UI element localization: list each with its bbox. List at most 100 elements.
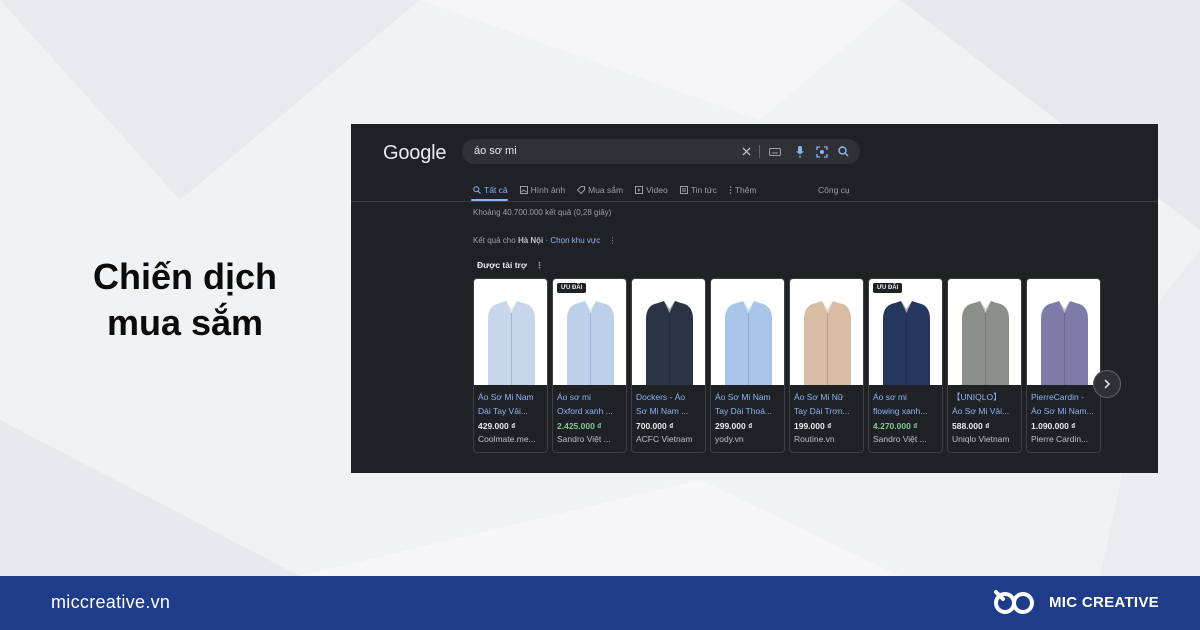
product-title-line: Oxford xanh ... [557, 406, 613, 416]
product-image[interactable]: ƯU ĐÃI [869, 279, 942, 385]
search-icon[interactable] [836, 144, 851, 159]
product-card[interactable]: ƯU ĐÃI Áo sơ mi Oxford xanh ... 2.425.00… [552, 278, 627, 453]
headline-line-2: mua sắm [106, 302, 264, 343]
product-image[interactable] [948, 279, 1021, 385]
product-title[interactable]: Áo Sơ Mi Nữ Tay Dài Trơn... [790, 385, 863, 420]
footer-website[interactable]: miccreative.vn [51, 592, 170, 613]
product-title[interactable]: PierreCardin - Áo Sơ Mi Nam... [1027, 385, 1100, 420]
more-icon [729, 186, 732, 194]
location-city: Hà Nội [517, 236, 544, 245]
tab-all[interactable]: Tất cả [473, 185, 508, 195]
search-divider [759, 145, 760, 158]
product-title[interactable]: Áo sơ mi flowing xanh... [869, 385, 942, 420]
microphone-icon[interactable] [792, 144, 807, 159]
sale-badge: ƯU ĐÃI [873, 283, 903, 293]
chevron-right-icon [1104, 379, 1111, 389]
tab-label: Mua sắm [588, 185, 624, 195]
tab-label: Thêm [734, 185, 757, 195]
product-price: 700.000 ₫ [636, 421, 674, 431]
search-input[interactable]: áo sơ mi [474, 145, 517, 157]
product-image[interactable] [790, 279, 863, 385]
clear-icon[interactable] [739, 144, 754, 159]
tools-button[interactable]: Công cụ [818, 182, 850, 198]
product-title[interactable]: 【UNIQLO】 Áo Sơ Mi Vải... [948, 385, 1021, 420]
tab-more[interactable]: Thêm [729, 185, 757, 195]
product-card[interactable]: ƯU ĐÃI Áo sơ mi flowing xanh... 4.270.00… [868, 278, 943, 453]
change-location-link[interactable]: Chọn khu vực [550, 236, 600, 245]
product-title[interactable]: Áo sơ mi Oxford xanh ... [553, 385, 626, 420]
product-title[interactable]: Áo Sơ Mi Nam Dài Tay Vải... [474, 385, 547, 420]
product-title[interactable]: Dockers - Áo Sơ Mi Nam ... [632, 385, 705, 420]
product-title-line: flowing xanh... [873, 406, 928, 416]
footer-brand-name: MIC CREATIVE [1049, 594, 1159, 611]
mic-creative-logo-icon [994, 590, 1034, 614]
product-card[interactable]: Áo Sơ Mi Nam Tay Dài Thoá... 299.000 ₫ y… [710, 278, 785, 453]
tab-video[interactable]: Video [635, 185, 668, 195]
google-results-screenshot: Google áo sơ mi Tất cả Hình ảnh Mua sắm … [351, 124, 1158, 473]
tab-news[interactable]: Tin tức [679, 185, 717, 195]
product-merchant: Sandro Việt ... [557, 434, 611, 444]
product-image[interactable]: ƯU ĐÃI [553, 279, 626, 385]
product-merchant: Pierre Cardin... [1031, 434, 1089, 444]
product-card[interactable]: Áo Sơ Mi Nam Dài Tay Vải... 429.000 ₫ Co… [473, 278, 548, 453]
product-merchant: Uniqlo Vietnam [952, 434, 1010, 444]
play-icon [635, 186, 644, 194]
more-options-icon[interactable]: ⋮ [608, 236, 616, 245]
product-title-line: 【UNIQLO】 [952, 392, 1002, 402]
product-price: 199.000 ₫ [794, 421, 832, 431]
product-merchant: ACFC Vietnam [636, 434, 693, 444]
headline: Chiến dịch mua sắm [60, 254, 310, 346]
tag-icon [577, 186, 586, 194]
sale-badge: ƯU ĐÃI [557, 283, 587, 293]
sponsored-text: Được tài trợ [477, 260, 527, 270]
product-image[interactable] [1027, 279, 1100, 385]
search-tabs: Tất cả Hình ảnh Mua sắm Video Tin tức Th… [473, 182, 769, 198]
product-card[interactable]: Áo Sơ Mi Nữ Tay Dài Trơn... 199.000 ₫ Ro… [789, 278, 864, 453]
product-merchant: yody.vn [715, 434, 744, 444]
location-line: Kết quả cho Hà Nội · Chọn khu vực ⋮ [473, 236, 617, 245]
google-logo[interactable]: Google [383, 142, 446, 165]
headline-line-1: Chiến dịch [92, 256, 277, 297]
carousel-next-button[interactable] [1093, 370, 1121, 398]
product-title-line: PierreCardin - [1031, 392, 1084, 402]
tab-label: Video [646, 185, 668, 195]
keyboard-icon[interactable] [767, 144, 782, 159]
product-title-line: Dockers - Áo [636, 392, 686, 402]
product-title-line: Sơ Mi Nam ... [636, 406, 689, 416]
lens-icon[interactable] [814, 144, 829, 159]
product-title-line: Áo Sơ Mi Nữ [794, 392, 844, 402]
tab-shopping[interactable]: Mua sắm [577, 185, 623, 195]
product-title-line: Áo Sơ Mi Nam [478, 392, 534, 402]
product-title-line: Tay Dài Trơn... [794, 406, 850, 416]
product-title-line: Áo Sơ Mi Nam [715, 392, 771, 402]
location-prefix: Kết quả cho [473, 236, 516, 245]
image-icon [519, 186, 528, 194]
search-box[interactable]: áo sơ mi [462, 139, 860, 164]
product-card[interactable]: PierreCardin - Áo Sơ Mi Nam... 1.090.000… [1026, 278, 1101, 453]
tab-images[interactable]: Hình ảnh [519, 185, 566, 195]
product-merchant: Coolmate.me... [478, 434, 536, 444]
product-image[interactable] [632, 279, 705, 385]
product-title-line: Áo sơ mi [557, 392, 591, 402]
tab-label: Tất cả [484, 185, 508, 195]
tab-label: Hình ảnh [530, 185, 566, 195]
product-title-line: Áo Sơ Mi Nam... [1031, 406, 1094, 416]
product-merchant: Routine.vn [794, 434, 835, 444]
sponsored-info-icon[interactable]: ⋮ [535, 260, 544, 270]
tabs-divider [351, 201, 1158, 202]
product-carousel: Áo Sơ Mi Nam Dài Tay Vải... 429.000 ₫ Co… [473, 278, 1105, 453]
product-image[interactable] [474, 279, 547, 385]
product-card[interactable]: 【UNIQLO】 Áo Sơ Mi Vải... 588.000 ₫ Uniql… [947, 278, 1022, 453]
product-title-line: Dài Tay Vải... [478, 406, 528, 416]
product-price: 1.090.000 ₫ [1031, 421, 1076, 431]
product-price: 588.000 ₫ [952, 421, 990, 431]
sponsored-label: Được tài trợ ⋮ [477, 260, 544, 271]
product-price: 4.270.000 ₫ [873, 421, 918, 431]
product-title[interactable]: Áo Sơ Mi Nam Tay Dài Thoá... [711, 385, 784, 420]
tab-label: Tin tức [690, 185, 717, 195]
product-price: 299.000 ₫ [715, 421, 753, 431]
product-card[interactable]: Dockers - Áo Sơ Mi Nam ... 700.000 ₫ ACF… [631, 278, 706, 453]
product-title-line: Áo sơ mi [873, 392, 907, 402]
product-image[interactable] [711, 279, 784, 385]
product-title-line: Áo Sơ Mi Vải... [952, 406, 1010, 416]
